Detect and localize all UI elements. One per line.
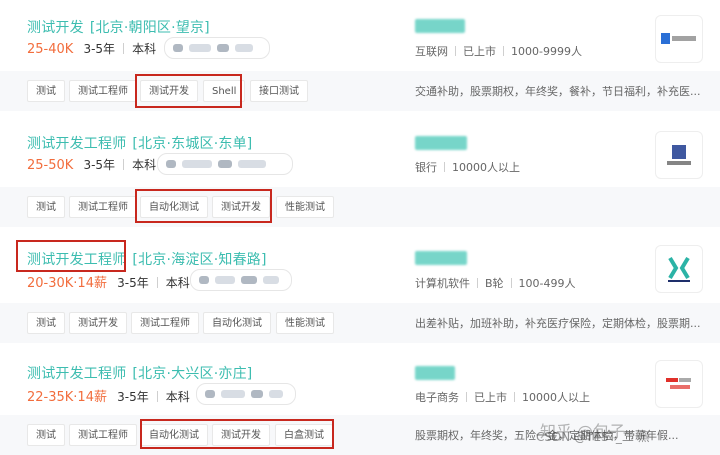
job-title-link[interactable]: 测试开发工程师 [北京·东城区·东单] [27, 133, 252, 153]
salary: 25-50K 3-5年 本科 [27, 158, 157, 173]
tag-bar: 测试 测试工程师 自动化测试 测试开发 性能测试 [0, 187, 720, 227]
experience: 3-5年 [117, 390, 149, 404]
salary: 20-30K·14薪 3-5年 本科 [27, 276, 190, 291]
job-title[interactable]: 测试开发工程师 [27, 136, 126, 152]
csdn-watermark: CSDN @TEST_二 黑 [536, 430, 650, 444]
education: 本科 [132, 158, 157, 172]
skill-tag[interactable]: 测试 [27, 196, 65, 218]
job-location: [北京·朝阳区·望京] [89, 20, 210, 36]
company-name-blurred[interactable] [415, 366, 455, 380]
education: 本科 [132, 42, 157, 56]
recruiter-badge[interactable] [196, 383, 296, 405]
skill-tag[interactable]: 测试工程师 [69, 196, 137, 218]
skill-tag[interactable]: 自动化测试 [203, 312, 271, 334]
experience: 3-5年 [117, 276, 149, 290]
company-logo[interactable] [655, 131, 703, 179]
company-info: 互联网 已上市 1000-9999人 [415, 45, 582, 58]
skill-tag[interactable]: 接口测试 [250, 80, 308, 102]
company-info: 电子商务 已上市 10000人以上 [415, 391, 590, 404]
job-location: [北京·大兴区·亦庄] [132, 366, 253, 382]
highlight-box [16, 240, 126, 272]
skill-tag[interactable]: 测试 [27, 80, 65, 102]
company-name-blurred[interactable] [415, 251, 467, 265]
job-title[interactable]: 测试开发工程师 [27, 366, 126, 382]
job-title-link[interactable]: 测试开发 [北京·朝阳区·望京] [27, 17, 210, 37]
experience: 3-5年 [83, 158, 116, 172]
company-name-blurred[interactable] [415, 136, 467, 150]
skill-tag[interactable]: 测试工程师 [69, 424, 137, 446]
company-logo[interactable] [655, 360, 703, 408]
skill-tag[interactable]: 性能测试 [276, 312, 334, 334]
company-logo[interactable] [655, 245, 703, 293]
salary: 25-40K 3-5年 本科 [27, 42, 157, 57]
highlight-box [135, 74, 242, 108]
company-name-blurred[interactable] [415, 19, 465, 33]
skill-tag[interactable]: 测试 [27, 424, 65, 446]
experience: 3-5年 [83, 42, 116, 56]
job-title-link[interactable]: 测试开发工程师 [北京·大兴区·亦庄] [27, 363, 252, 383]
skill-tag[interactable]: 性能测试 [276, 196, 334, 218]
education: 本科 [165, 390, 190, 404]
recruiter-badge[interactable] [164, 37, 270, 59]
tag-bar: 测试 测试工程师 测试开发 Shell 接口测试 交通补助，股票期权，年终奖，餐… [0, 71, 720, 111]
recruiter-badge[interactable] [190, 269, 292, 291]
skill-tag[interactable]: 测试工程师 [69, 80, 137, 102]
skill-tag[interactable]: 测试开发 [69, 312, 127, 334]
education: 本科 [165, 276, 190, 290]
job-title[interactable]: 测试开发 [27, 20, 84, 36]
company-logo[interactable] [655, 15, 703, 63]
salary: 22-35K·14薪 3-5年 本科 [27, 390, 190, 405]
job-card[interactable]: 测试开发工程师 [北京·东城区·东单] 25-50K 3-5年 本科 银行 10000… [0, 116, 720, 232]
recruiter-badge[interactable] [157, 153, 293, 175]
skill-tag[interactable]: 测试工程师 [131, 312, 199, 334]
skill-tag[interactable]: 测试 [27, 312, 65, 334]
tag-bar: 测试 测试开发 测试工程师 自动化测试 性能测试 出差补贴，加班补助，补充医疗保… [0, 303, 720, 343]
highlight-box [135, 189, 272, 223]
welfare-text: 交通补助，股票期权，年终奖，餐补，节日福利，补充医... [415, 85, 701, 98]
company-info: 计算机软件 B轮 100-499人 [415, 277, 576, 290]
job-location: [北京·海淀区·知春路] [132, 252, 267, 268]
highlight-box [140, 419, 334, 449]
welfare-text: 出差补贴，加班补助，补充医疗保险，定期体检，股票期... [415, 317, 701, 330]
job-card[interactable]: 测试开发 [北京·朝阳区·望京] 25-40K 3-5年 本科 互联网 已上市 1000… [0, 0, 720, 116]
job-location: [北京·东城区·东单] [132, 136, 253, 152]
company-info: 银行 10000人以上 [415, 161, 520, 174]
